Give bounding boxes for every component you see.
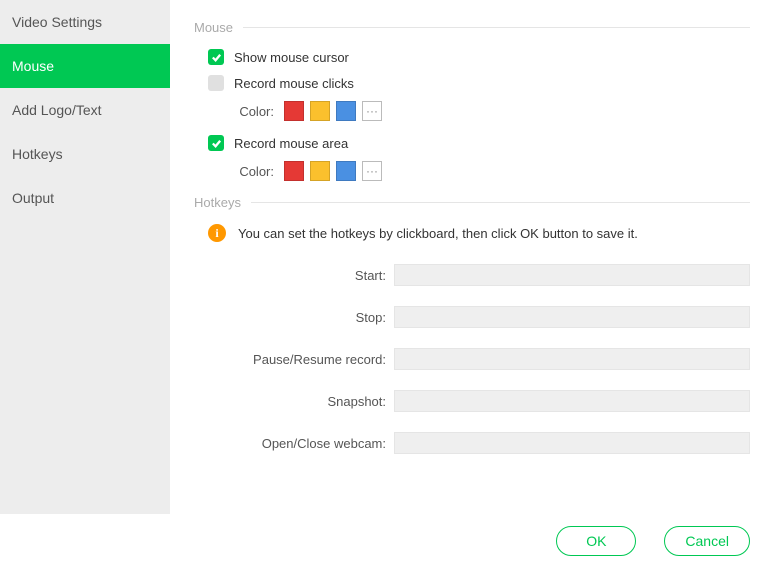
- footer: OK Cancel: [0, 514, 774, 572]
- input-hotkey-snapshot[interactable]: [394, 390, 750, 412]
- checkbox-show-mouse-cursor[interactable]: [208, 49, 224, 65]
- sidebar-item-video-settings[interactable]: Video Settings: [0, 0, 170, 44]
- swatch-area-red[interactable]: [284, 161, 304, 181]
- label-area-color: Color:: [234, 164, 274, 179]
- label-hotkey-webcam: Open/Close webcam:: [194, 436, 394, 451]
- input-hotkey-pause[interactable]: [394, 348, 750, 370]
- label-hotkey-stop: Stop:: [194, 310, 394, 325]
- section-header-mouse: Mouse: [194, 20, 750, 35]
- sidebar: Video Settings Mouse Add Logo/Text Hotke…: [0, 0, 170, 514]
- input-hotkey-webcam[interactable]: [394, 432, 750, 454]
- swatch-clicks-yellow[interactable]: [310, 101, 330, 121]
- info-icon: i: [208, 224, 226, 242]
- divider: [243, 27, 750, 28]
- sidebar-item-output[interactable]: Output: [0, 176, 170, 220]
- section-title-hotkeys: Hotkeys: [194, 195, 241, 210]
- divider: [251, 202, 750, 203]
- swatch-area-blue[interactable]: [336, 161, 356, 181]
- ok-button[interactable]: OK: [556, 526, 636, 556]
- label-hotkey-start: Start:: [194, 268, 394, 283]
- swatch-clicks-red[interactable]: [284, 101, 304, 121]
- label-hotkey-pause: Pause/Resume record:: [194, 352, 394, 367]
- checkbox-record-mouse-clicks[interactable]: [208, 75, 224, 91]
- sidebar-item-hotkeys[interactable]: Hotkeys: [0, 132, 170, 176]
- sidebar-item-add-logo-text[interactable]: Add Logo/Text: [0, 88, 170, 132]
- checkbox-record-mouse-area[interactable]: [208, 135, 224, 151]
- sidebar-item-mouse[interactable]: Mouse: [0, 44, 170, 88]
- label-record-mouse-clicks: Record mouse clicks: [234, 76, 354, 91]
- input-hotkey-start[interactable]: [394, 264, 750, 286]
- cancel-button[interactable]: Cancel: [664, 526, 750, 556]
- label-record-mouse-area: Record mouse area: [234, 136, 348, 151]
- section-title-mouse: Mouse: [194, 20, 233, 35]
- section-header-hotkeys: Hotkeys: [194, 195, 750, 210]
- content-panel: Mouse Show mouse cursor Record mouse cli…: [170, 0, 774, 514]
- label-hotkey-snapshot: Snapshot:: [194, 394, 394, 409]
- hotkeys-info-text: You can set the hotkeys by clickboard, t…: [238, 226, 638, 241]
- label-clicks-color: Color:: [234, 104, 274, 119]
- input-hotkey-stop[interactable]: [394, 306, 750, 328]
- swatch-clicks-blue[interactable]: [336, 101, 356, 121]
- swatch-area-more[interactable]: ···: [362, 161, 382, 181]
- swatch-clicks-more[interactable]: ···: [362, 101, 382, 121]
- label-show-mouse-cursor: Show mouse cursor: [234, 50, 349, 65]
- swatch-area-yellow[interactable]: [310, 161, 330, 181]
